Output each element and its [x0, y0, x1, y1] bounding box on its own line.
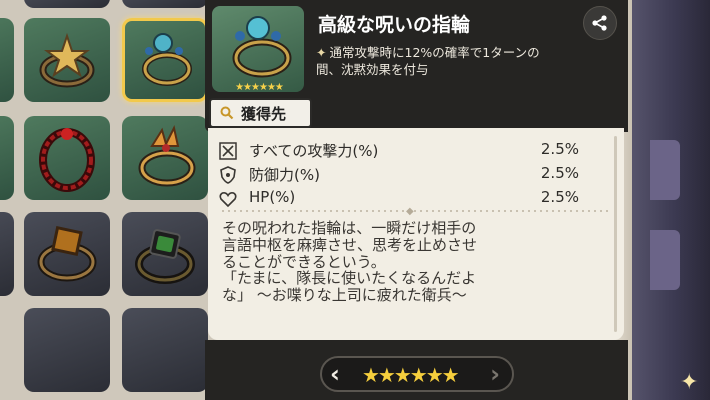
stat-row-hp: HP(%) 2.5%	[219, 188, 579, 210]
book-cover	[620, 0, 710, 400]
inventory-slot-ring-blue-gem[interactable]	[122, 18, 208, 102]
book-strap	[650, 230, 680, 290]
inventory-slot-partial[interactable]	[0, 212, 14, 296]
inventory-slot-partial[interactable]	[24, 0, 110, 8]
divider	[222, 210, 608, 212]
rarity-stars: ★★★★★★	[362, 363, 460, 387]
ring-blue-gem-icon	[232, 16, 292, 78]
heart-icon	[219, 191, 237, 208]
inventory-slot-partial[interactable]	[122, 308, 208, 392]
stat-value: 2.5%	[540, 188, 579, 206]
inventory-slot-partial[interactable]	[0, 18, 14, 102]
stat-value: 2.5%	[540, 164, 579, 182]
divider-diamond-icon: ◆	[406, 206, 414, 217]
item-lore: その呪われた指輪は、一瞬だけ相手の 言語中枢を麻痺させ、思考を止めさせ ることが…	[222, 220, 582, 304]
inventory-slot-partial[interactable]	[0, 116, 14, 200]
stat-name: 防御力(%)	[249, 166, 320, 184]
rarity-prev-button[interactable]: ‹	[330, 360, 340, 388]
shield-icon	[220, 166, 236, 184]
stat-row-attack: すべての攻撃力(%) 2.5%	[219, 140, 579, 162]
stat-value: 2.5%	[540, 140, 579, 158]
share-button[interactable]	[583, 6, 617, 40]
book-strap	[650, 140, 680, 200]
stat-row-defense: 防御力(%) 2.5%	[219, 164, 579, 186]
item-title: 高級な呪いの指輪	[318, 14, 471, 36]
inventory-grid	[0, 0, 225, 400]
ring-star-gold-icon	[39, 32, 95, 88]
inventory-slot-partial[interactable]	[122, 0, 208, 8]
stat-name: すべての攻撃力(%)	[249, 142, 379, 160]
ring-thorn-red-icon	[39, 128, 95, 192]
share-icon	[592, 15, 607, 31]
inventory-slot-ring-flame-gold[interactable]	[122, 116, 208, 200]
lore-line: 言語中枢を麻痺させ、思考を止めさせ	[222, 235, 478, 254]
inventory-slot-ring-square-amber[interactable]	[24, 212, 110, 296]
obtain-source-label: 獲得先	[241, 105, 287, 123]
stat-name: HP(%)	[249, 188, 296, 206]
ring-square-amber-icon	[37, 225, 97, 282]
rarity-next-button[interactable]: ›	[490, 360, 500, 388]
inventory-slot-ring-star-gold[interactable]	[24, 18, 110, 102]
panel-scrollbar[interactable]	[614, 136, 617, 332]
sparkle-icon: ✦	[680, 370, 699, 395]
sword-crossed-icon	[219, 142, 237, 160]
ring-flame-gold-icon	[138, 125, 196, 187]
inventory-slot-ring-thorn-red[interactable]	[24, 116, 110, 200]
lore-line: その呪われた指輪は、一瞬だけ相手の	[222, 219, 477, 237]
item-rarity-stars: ★★★★★★	[235, 82, 284, 93]
rarity-selector: ‹ ★★★★★★ ›	[320, 356, 514, 392]
inventory-slot-ring-green-emerald[interactable]	[122, 212, 208, 296]
item-effect-text: 通常攻撃時に12%の確率で1ターンの間、沈黙効果を付与	[316, 45, 540, 77]
lore-line: ることができるという。	[222, 252, 386, 271]
search-icon	[220, 106, 234, 120]
ring-green-emerald-icon	[135, 229, 195, 284]
effect-diamond-icon: ✦	[316, 45, 327, 60]
lore-line: な」 〜お喋りな上司に疲れた衛兵〜	[222, 286, 467, 305]
obtain-source-button[interactable]: 獲得先	[209, 98, 312, 128]
inventory-slot-partial[interactable]	[24, 308, 110, 392]
ring-blue-gem-icon	[142, 33, 192, 86]
item-effect: ✦ 通常攻撃時に12%の確率で1ターンの間、沈黙効果を付与	[316, 44, 556, 78]
item-thumbnail	[212, 6, 304, 92]
lore-line: 「たまに、隊長に使いたくなるんだよ	[222, 269, 477, 288]
